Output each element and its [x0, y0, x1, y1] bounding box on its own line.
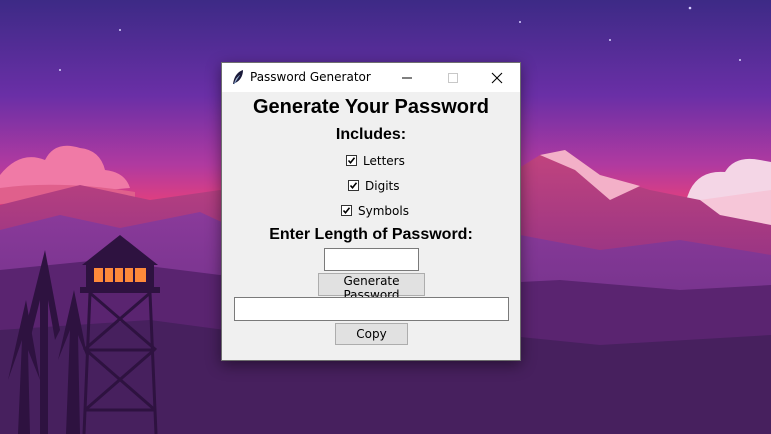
digits-checkbox[interactable]: [348, 180, 359, 191]
minimize-button[interactable]: [384, 63, 430, 92]
letters-checkbox[interactable]: [346, 155, 357, 166]
minimize-icon: [402, 77, 412, 79]
password-generator-window: Password Generator Generate Your Passwor…: [221, 62, 521, 361]
password-output-field[interactable]: [234, 297, 509, 321]
letters-checkbox-row[interactable]: Letters: [346, 154, 426, 170]
includes-heading: Includes:: [335, 126, 407, 143]
checkmark-icon: [347, 157, 356, 165]
close-icon: [491, 72, 503, 84]
page-title: Generate Your Password: [252, 96, 489, 118]
letters-label: Letters: [363, 154, 405, 168]
title-bar[interactable]: Password Generator: [222, 63, 520, 92]
symbols-checkbox[interactable]: [341, 205, 352, 216]
maximize-icon: [448, 73, 458, 83]
digits-checkbox-row[interactable]: Digits: [348, 179, 428, 195]
symbols-checkbox-row[interactable]: Symbols: [341, 204, 431, 220]
checkmark-icon: [349, 182, 358, 190]
maximize-button[interactable]: [430, 63, 476, 92]
copy-button[interactable]: Copy: [335, 323, 408, 345]
app-content: Generate Your Password Includes: Letters…: [222, 92, 520, 360]
length-input[interactable]: [324, 248, 419, 271]
length-heading: Enter Length of Password:: [269, 226, 473, 243]
feather-icon: [233, 70, 243, 85]
generate-password-button[interactable]: Generate Password: [318, 273, 425, 302]
symbols-label: Symbols: [358, 204, 409, 218]
close-button[interactable]: [474, 63, 520, 92]
window-title: Password Generator: [250, 70, 371, 84]
digits-label: Digits: [365, 179, 400, 193]
checkmark-icon: [342, 207, 351, 215]
